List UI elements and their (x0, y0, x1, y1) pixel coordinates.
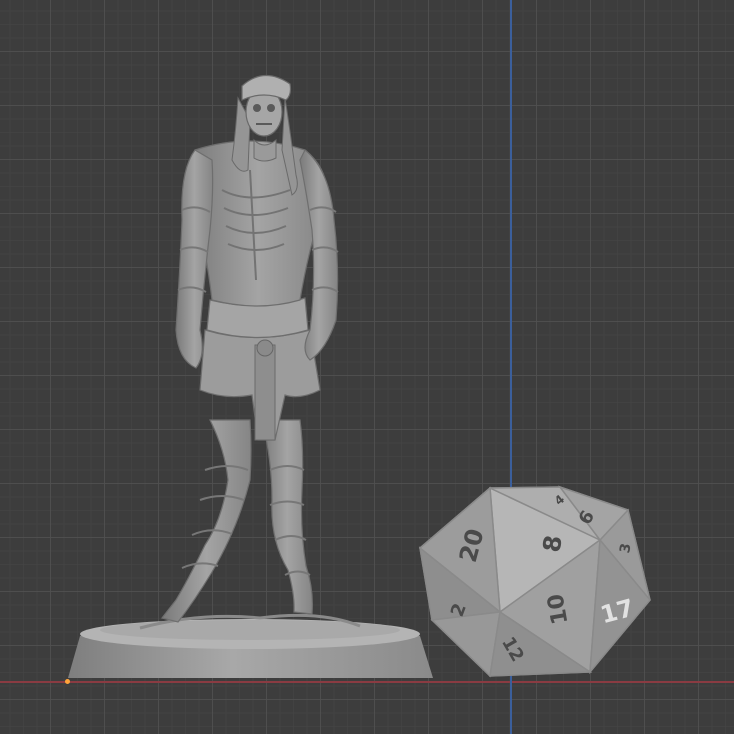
mummy-loincloth (199, 297, 321, 441)
die-edges (418, 485, 651, 678)
die-face-center-right: 10 (543, 592, 573, 627)
mummy-miniature[interactable] (68, 74, 433, 678)
d20-die[interactable]: 20 8 6 4 3 17 10 12 2 (418, 485, 651, 678)
mummy-legs (160, 419, 313, 623)
scene-render: 20 8 6 4 3 17 10 12 2 (68, 74, 651, 678)
3d-viewport[interactable]: 20 8 6 4 3 17 10 12 2 (0, 0, 734, 734)
miniature-base (68, 613, 433, 678)
origin-point (65, 679, 70, 684)
